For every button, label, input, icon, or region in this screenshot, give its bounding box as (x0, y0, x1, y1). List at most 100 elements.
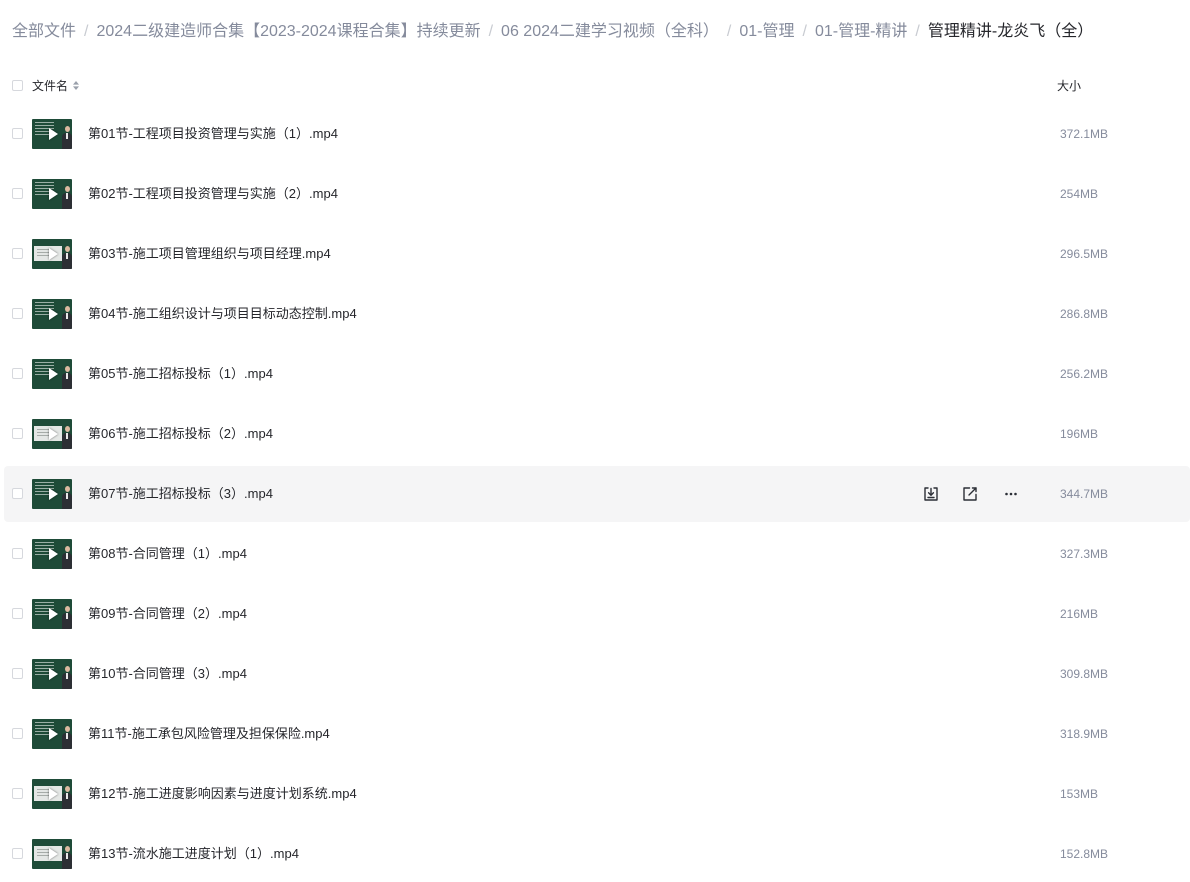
lecturer-figure (62, 183, 72, 209)
video-thumbnail[interactable] (32, 239, 72, 269)
file-name[interactable]: 第11节-施工承包风险管理及担保保险.mp4 (88, 706, 330, 762)
file-name[interactable]: 第01节-工程项目投资管理与实施（1）.mp4 (88, 106, 338, 162)
row-checkbox[interactable] (12, 728, 23, 739)
video-thumbnail[interactable] (32, 359, 72, 389)
lecturer-face (65, 786, 70, 792)
breadcrumb-item-all-files[interactable]: 全部文件 (12, 20, 76, 44)
lecturer-body (62, 493, 72, 509)
file-size: 344.7MB (1060, 487, 1109, 501)
file-name[interactable]: 第13节-流水施工进度计划（1）.mp4 (88, 826, 299, 882)
share-icon[interactable] (962, 486, 978, 502)
sort-icon[interactable] (73, 81, 79, 90)
file-size: 152.8MB (1060, 847, 1109, 861)
file-row[interactable]: 第12节-施工进度影响因素与进度计划系统.mp4 153MB (4, 766, 1190, 822)
video-thumbnail[interactable] (32, 539, 72, 569)
breadcrumb-item-videos[interactable]: 06 2024二建学习视频（全科） (501, 20, 719, 44)
video-thumbnail[interactable] (32, 779, 72, 809)
file-name[interactable]: 第02节-工程项目投资管理与实施（2）.mp4 (88, 166, 338, 222)
file-row[interactable]: 第10节-合同管理（3）.mp4 309.8MB (4, 646, 1190, 702)
row-checkbox[interactable] (12, 608, 23, 619)
lecturer-figure (62, 723, 72, 749)
column-header-size: 大小 (1057, 79, 1082, 93)
row-checkbox[interactable] (12, 308, 23, 319)
row-checkbox[interactable] (12, 248, 23, 259)
lecturer-face (65, 426, 70, 432)
file-list-header: 文件名 大小 (0, 76, 1190, 96)
lecturer-face (65, 246, 70, 252)
column-header-filename[interactable]: 文件名 (32, 76, 68, 96)
video-thumbnail[interactable] (32, 119, 72, 149)
play-icon (49, 188, 58, 200)
row-checkbox[interactable] (12, 788, 23, 799)
download-icon[interactable] (923, 486, 939, 502)
breadcrumb-item-management-lectures[interactable]: 01-管理-精讲 (815, 20, 907, 44)
lecturer-figure (62, 783, 72, 809)
row-checkbox[interactable] (12, 548, 23, 559)
select-all-checkbox[interactable] (12, 80, 23, 91)
video-thumbnail[interactable] (32, 179, 72, 209)
file-row[interactable]: 第01节-工程项目投资管理与实施（1）.mp4 372.1MB (4, 106, 1190, 162)
file-size: 256.2MB (1060, 367, 1109, 381)
lecturer-figure (62, 663, 72, 689)
row-checkbox[interactable] (12, 848, 23, 859)
breadcrumb-item-collection[interactable]: 2024二级建造师合集【2023-2024课程合集】持续更新 (96, 20, 480, 44)
file-name[interactable]: 第04节-施工组织设计与项目目标动态控制.mp4 (88, 286, 357, 342)
file-name[interactable]: 第05节-施工招标投标（1）.mp4 (88, 346, 273, 402)
video-thumbnail[interactable] (32, 299, 72, 329)
play-icon (49, 308, 58, 320)
file-size: 286.8MB (1060, 307, 1109, 321)
video-thumbnail[interactable] (32, 599, 72, 629)
play-icon (49, 728, 58, 740)
row-checkbox[interactable] (12, 128, 23, 139)
file-row[interactable]: 第04节-施工组织设计与项目目标动态控制.mp4 286.8MB (4, 286, 1190, 342)
breadcrumb-item-management[interactable]: 01-管理 (739, 20, 794, 44)
play-icon (49, 548, 58, 560)
video-thumbnail[interactable] (32, 419, 72, 449)
file-list: 第01节-工程项目投资管理与实施（1）.mp4 372.1MB 第02节-工程项… (4, 106, 1190, 882)
video-thumbnail[interactable] (32, 659, 72, 689)
lecturer-face (65, 306, 70, 312)
file-size: 327.3MB (1060, 547, 1109, 561)
breadcrumb-separator: / (488, 23, 494, 40)
breadcrumb-separator: / (915, 23, 920, 40)
file-name[interactable]: 第06节-施工招标投标（2）.mp4 (88, 406, 273, 462)
file-name[interactable]: 第07节-施工招标投标（3）.mp4 (88, 466, 273, 522)
file-name[interactable]: 第10节-合同管理（3）.mp4 (88, 646, 247, 702)
row-checkbox[interactable] (12, 368, 23, 379)
file-row[interactable]: 第08节-合同管理（1）.mp4 327.3MB (4, 526, 1190, 582)
lecturer-face (65, 846, 70, 852)
lecturer-face (65, 726, 70, 732)
lecturer-figure (62, 483, 72, 509)
file-row[interactable]: 第05节-施工招标投标（1）.mp4 256.2MB (4, 346, 1190, 402)
row-checkbox[interactable] (12, 428, 23, 439)
file-row[interactable]: 第03节-施工项目管理组织与项目经理.mp4 296.5MB (4, 226, 1190, 282)
file-name[interactable]: 第09节-合同管理（2）.mp4 (88, 586, 247, 642)
file-row[interactable]: 第07节-施工招标投标（3）.mp4 344.7MB (4, 466, 1190, 522)
lecturer-figure (62, 603, 72, 629)
file-row[interactable]: 第06节-施工招标投标（2）.mp4 196MB (4, 406, 1190, 462)
lecturer-body (62, 253, 72, 269)
row-checkbox[interactable] (12, 188, 23, 199)
lecturer-figure (62, 123, 72, 149)
file-name[interactable]: 第08节-合同管理（1）.mp4 (88, 526, 247, 582)
lecturer-face (65, 126, 70, 132)
video-thumbnail[interactable] (32, 719, 72, 749)
breadcrumb-separator: / (802, 23, 807, 40)
lecturer-face (65, 606, 70, 612)
video-thumbnail[interactable] (32, 839, 72, 869)
row-checkbox[interactable] (12, 668, 23, 679)
lecturer-body (62, 733, 72, 749)
play-icon (49, 128, 58, 140)
more-icon[interactable] (1003, 486, 1019, 502)
file-row[interactable]: 第02节-工程项目投资管理与实施（2）.mp4 254MB (4, 166, 1190, 222)
row-checkbox[interactable] (12, 488, 23, 499)
breadcrumb: 全部文件 / 2024二级建造师合集【2023-2024课程合集】持续更新 / … (12, 20, 1093, 44)
file-name[interactable]: 第03节-施工项目管理组织与项目经理.mp4 (88, 226, 331, 282)
video-thumbnail[interactable] (32, 479, 72, 509)
file-row[interactable]: 第11节-施工承包风险管理及担保保险.mp4 318.9MB (4, 706, 1190, 762)
file-size: 216MB (1060, 607, 1099, 621)
file-row[interactable]: 第13节-流水施工进度计划（1）.mp4 152.8MB (4, 826, 1190, 882)
file-name[interactable]: 第12节-施工进度影响因素与进度计划系统.mp4 (88, 766, 357, 822)
lecturer-figure (62, 243, 72, 269)
file-row[interactable]: 第09节-合同管理（2）.mp4 216MB (4, 586, 1190, 642)
